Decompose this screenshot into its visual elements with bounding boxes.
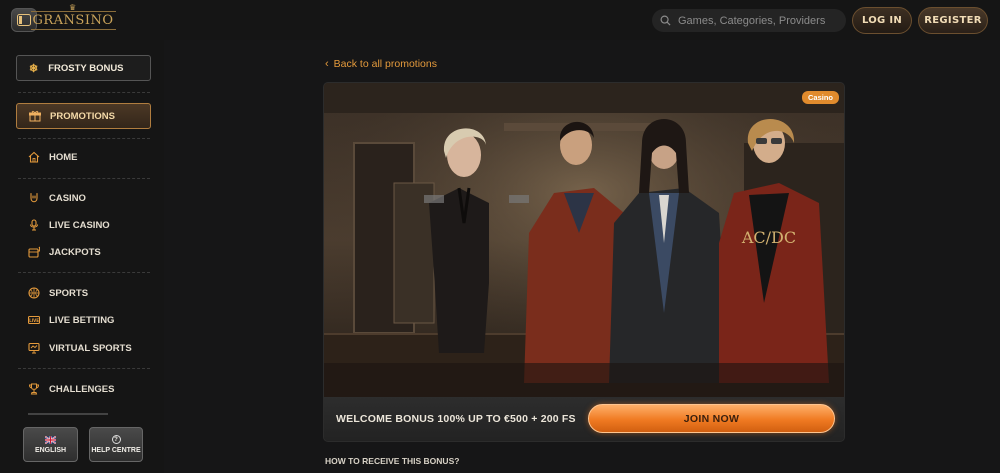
sidebar-item-challenges[interactable]: CHALLENGES [28, 382, 114, 396]
sidebar-item-label: HOME [49, 151, 78, 163]
snowflake-icon: ❄ [29, 62, 39, 75]
promotion-card: AC/DC Casino WELCOME BONUS 100% UP TO €5… [323, 82, 845, 442]
promotion-action-bar: WELCOME BONUS 100% UP TO €500 + 200 FS J… [324, 397, 844, 441]
back-to-promotions-link[interactable]: ‹ Back to all promotions [325, 58, 437, 70]
sidebar-divider [18, 178, 150, 179]
search-bar[interactable] [652, 9, 846, 32]
sidebar-item-casino[interactable]: CASINO [28, 191, 86, 205]
promotions-button[interactable]: PROMOTIONS [16, 103, 151, 129]
trophy-icon [28, 383, 40, 395]
back-link-label: Back to all promotions [333, 58, 437, 70]
rock-hand-icon [30, 192, 38, 203]
promotions-label: PROMOTIONS [50, 110, 115, 122]
svg-text:LIVE: LIVE [29, 318, 39, 323]
crown-icon: ♛ [69, 3, 77, 12]
promotion-hero-image: AC/DC Casino [324, 83, 844, 397]
search-icon [660, 15, 671, 26]
sidebar-item-live-betting[interactable]: LIVE LIVE BETTING [28, 313, 114, 327]
brand-logo[interactable]: ♛ GRANSINO [30, 3, 116, 34]
sidebar-item-live-casino[interactable]: LIVE CASINO [28, 218, 110, 232]
sidebar-item-home[interactable]: HOME [28, 150, 78, 164]
language-label: ENGLISH [34, 446, 67, 454]
basketball-icon [28, 287, 40, 299]
sidebar-item-virtual-sports[interactable]: VIRTUAL SPORTS [28, 341, 132, 355]
help-centre-label: HELP CENTRE [91, 447, 141, 454]
sidebar-item-label: CHALLENGES [49, 383, 115, 395]
sidebar-divider [18, 272, 150, 273]
sidebar-scroll-fade [28, 410, 138, 416]
sidebar-item-label: VIRTUAL SPORTS [49, 342, 132, 354]
register-button[interactable]: REGISTER [918, 7, 988, 34]
help-centre-button[interactable]: ? HELP CENTRE [89, 427, 143, 462]
sidebar: ❄ FROSTY BONUS PROMOTIONS HOME CASINO LI… [0, 40, 164, 473]
sidebar-divider [18, 138, 150, 139]
chevron-left-icon: ‹ [325, 58, 329, 70]
sidebar-item-label: CASINO [49, 192, 86, 204]
sidebar-item-label: LIVE CASINO [49, 219, 110, 231]
sidebar-item-sports[interactable]: SPORTS [28, 286, 88, 300]
sidebar-toggle-icon [17, 14, 31, 26]
logo-text: GRANSINO [30, 10, 116, 30]
sidebar-item-label: SPORTS [49, 287, 89, 299]
promotion-title: WELCOME BONUS 100% UP TO €500 + 200 FS [336, 413, 576, 425]
sidebar-divider [18, 368, 150, 369]
search-input[interactable] [678, 14, 838, 27]
microphone-icon [29, 219, 39, 231]
sidebar-item-jackpots[interactable]: JACKPOTS [28, 245, 101, 259]
promo-artwork: AC/DC [324, 83, 844, 397]
how-to-receive-heading: HOW TO RECEIVE THIS BONUS? [325, 456, 460, 466]
sidebar-divider [18, 92, 150, 93]
top-bar: ♛ GRANSINO LOG IN REGISTER [0, 0, 1000, 40]
uk-flag-icon [45, 435, 56, 444]
sidebar-item-label: JACKPOTS [49, 246, 101, 258]
live-icon: LIVE [28, 315, 40, 325]
home-icon [28, 151, 40, 163]
frosty-bonus-button[interactable]: ❄ FROSTY BONUS [16, 55, 151, 81]
gift-icon [29, 110, 41, 122]
sidebar-item-label: LIVE BETTING [49, 314, 115, 326]
language-button[interactable]: ENGLISH [23, 427, 78, 462]
category-tag: Casino [801, 91, 839, 104]
slot-machine-icon [28, 246, 40, 258]
frosty-bonus-label: FROSTY BONUS [48, 62, 124, 74]
login-button[interactable]: LOG IN [852, 7, 912, 34]
monitor-icon [28, 342, 40, 354]
svg-text:AC/DC: AC/DC [741, 228, 796, 247]
join-now-button[interactable]: JOIN NOW [588, 404, 835, 433]
question-icon: ? [111, 435, 121, 444]
